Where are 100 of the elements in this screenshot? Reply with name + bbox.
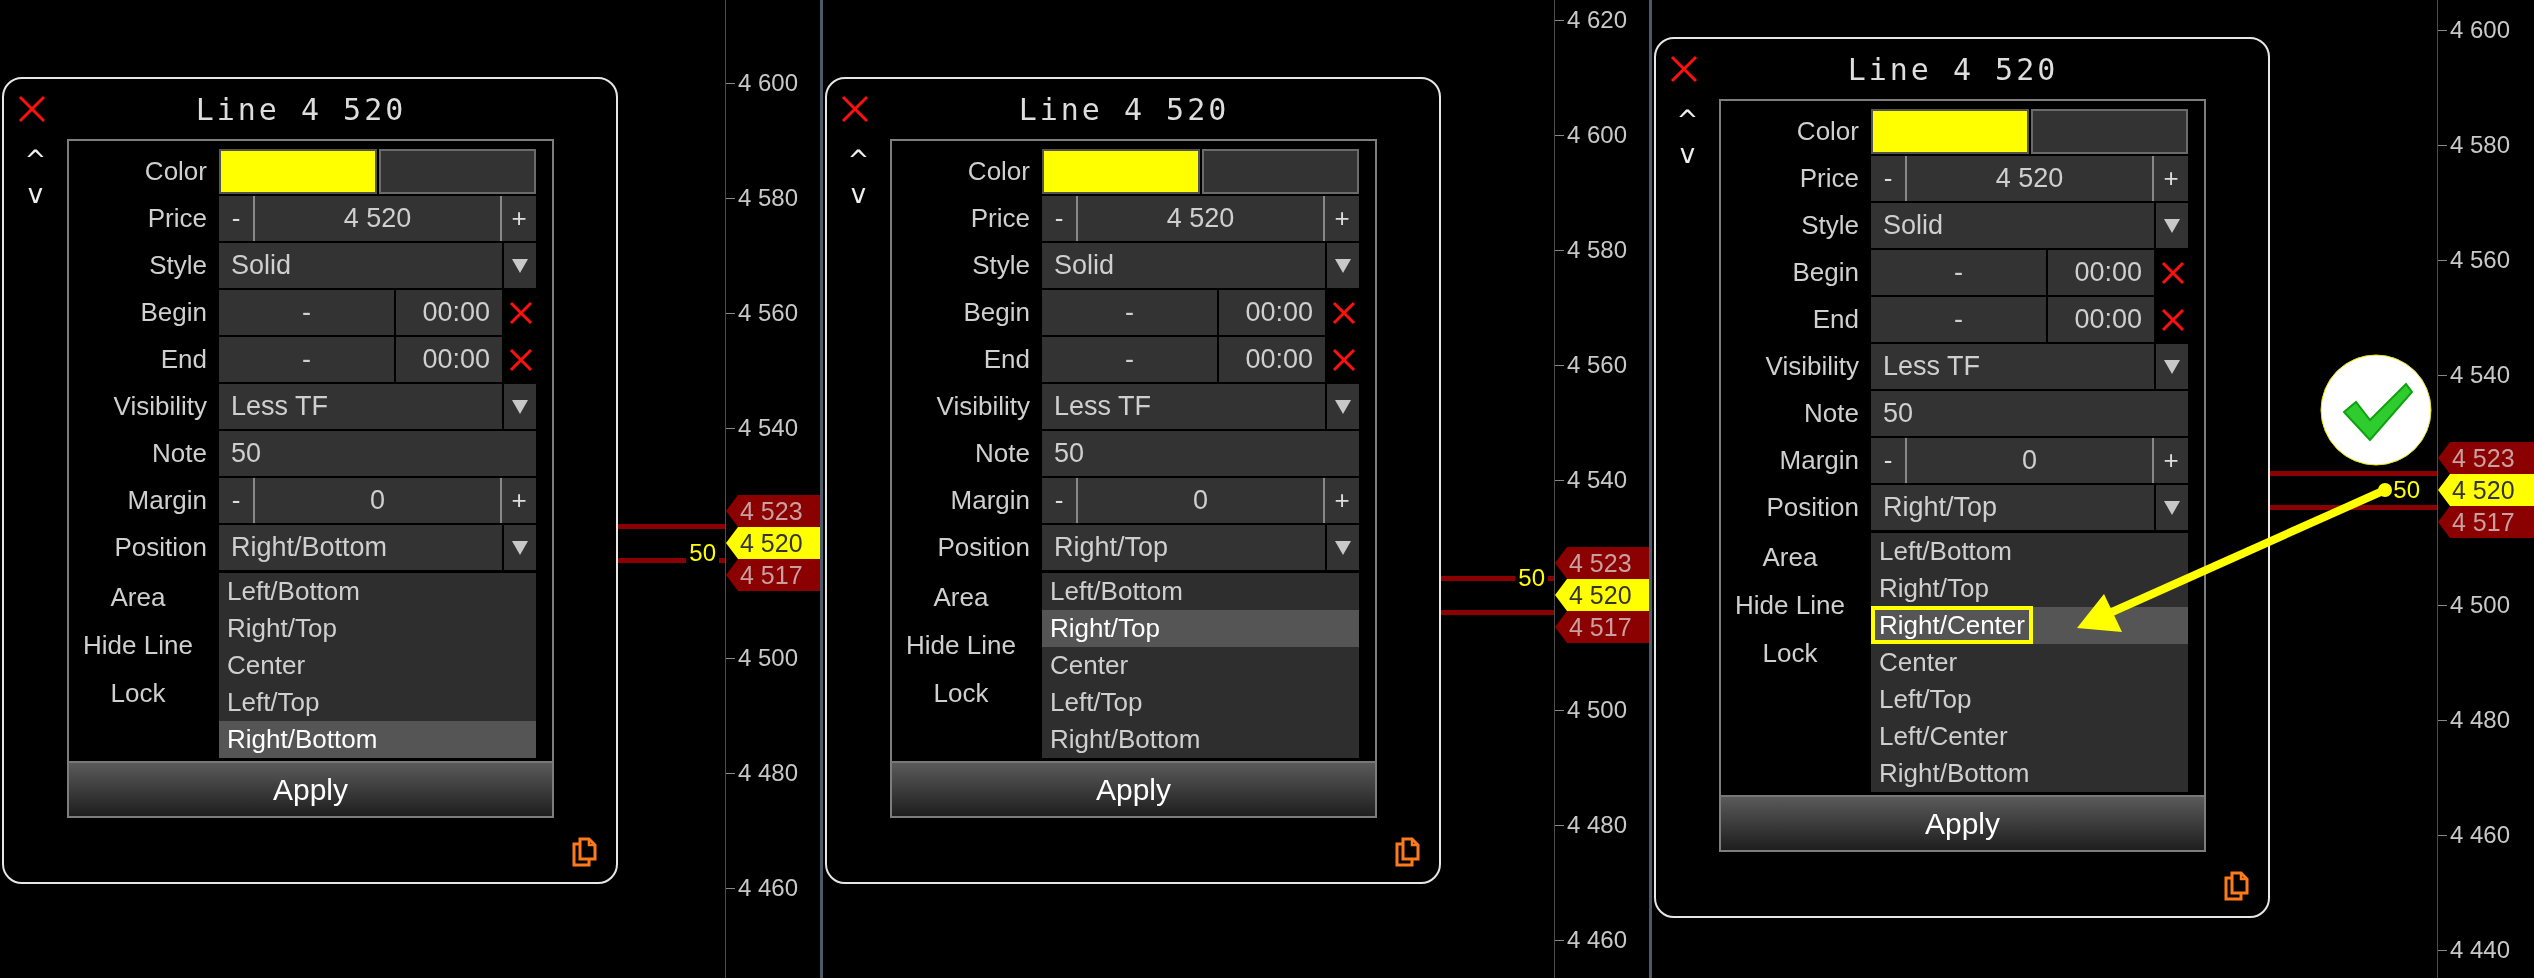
dropdown-field[interactable]: Less TF (1042, 384, 1325, 429)
number-field[interactable]: 0 (1905, 438, 2154, 483)
decrement-button[interactable]: - (1042, 196, 1076, 241)
text-field[interactable]: 50 (1042, 431, 1359, 476)
close-icon[interactable] (841, 95, 869, 123)
apply-button[interactable]: Apply (892, 761, 1375, 816)
decrement-button[interactable]: - (1871, 438, 1905, 483)
decrement-button[interactable]: - (219, 478, 253, 523)
dropdown-option[interactable]: Left/Bottom (1871, 533, 2188, 570)
dropdown-option[interactable]: Right/Bottom (219, 721, 536, 758)
field-label: Note (1803, 397, 1859, 430)
date-field[interactable]: - (219, 290, 394, 335)
dropdown-option[interactable]: Left/Bottom (219, 573, 536, 610)
dropdown-field[interactable]: Less TF (1871, 344, 2154, 389)
dropdown-option[interactable]: Right/Top (1042, 610, 1359, 647)
field-label: Position (1765, 491, 1859, 524)
date-field[interactable]: - (1042, 337, 1217, 382)
dropdown-option[interactable]: Left/Bottom (1042, 573, 1359, 610)
dropdown-field[interactable]: Right/Bottom (219, 525, 502, 570)
decrement-button[interactable]: - (1042, 478, 1076, 523)
text-field[interactable]: 50 (1871, 391, 2188, 436)
dropdown-arrow-button[interactable] (2156, 203, 2188, 248)
increment-button[interactable]: + (1325, 196, 1359, 241)
increment-button[interactable]: + (502, 196, 536, 241)
apply-button[interactable]: Apply (1721, 795, 2204, 850)
dropdown-option[interactable]: Center (219, 647, 536, 684)
move-up-button[interactable]: ^ (837, 143, 880, 177)
number-field[interactable]: 4 520 (1076, 196, 1325, 241)
field-label: Margin (1778, 444, 1859, 477)
dropdown-option[interactable]: Right/Top (1871, 570, 2188, 607)
dropdown-arrow-button[interactable] (2156, 485, 2188, 530)
dropdown-field[interactable]: Solid (1871, 203, 2154, 248)
dropdown-option[interactable]: Right/Top (219, 610, 536, 647)
date-field[interactable]: - (219, 337, 394, 382)
dropdown-option[interactable]: Center (1871, 644, 2188, 681)
dropdown-field[interactable]: Solid (1042, 243, 1325, 288)
price-tag: 4 517 (2438, 506, 2534, 538)
increment-button[interactable]: + (2154, 156, 2188, 201)
time-field[interactable]: 00:00 (1219, 337, 1325, 382)
time-field[interactable]: 00:00 (396, 290, 502, 335)
date-field[interactable]: - (1871, 250, 2046, 295)
dropdown-option[interactable]: Left/Top (1042, 684, 1359, 721)
dropdown-arrow-button[interactable] (1327, 525, 1359, 570)
increment-button[interactable]: + (1325, 478, 1359, 523)
dropdown-arrow-button[interactable] (504, 384, 536, 429)
axis-label: 4 560 (2449, 245, 2511, 275)
field-label: Hide Line (906, 629, 1016, 662)
color-swatch[interactable] (219, 149, 377, 194)
increment-button[interactable]: + (502, 478, 536, 523)
move-down-button[interactable]: v (1669, 137, 1706, 171)
dropdown-field[interactable]: Right/Top (1042, 525, 1325, 570)
color-swatch[interactable] (1042, 149, 1200, 194)
close-icon[interactable] (1670, 55, 1698, 83)
dropdown-field[interactable]: Less TF (219, 384, 502, 429)
number-field[interactable]: 4 520 (253, 196, 502, 241)
dropdown-option[interactable]: Center (1042, 647, 1359, 684)
increment-button[interactable]: + (2154, 438, 2188, 483)
field-label: Hide Line (1735, 589, 1845, 622)
time-field[interactable]: 00:00 (2048, 250, 2154, 295)
move-down-button[interactable]: v (840, 177, 877, 211)
axis-label: 4 560 (1566, 350, 1628, 380)
dropdown-option[interactable]: Left/Top (219, 684, 536, 721)
apply-button[interactable]: Apply (69, 761, 552, 816)
move-up-button[interactable]: ^ (14, 143, 57, 177)
decrement-button[interactable]: - (219, 196, 253, 241)
date-field[interactable]: - (1042, 290, 1217, 335)
text-field[interactable]: 50 (219, 431, 536, 476)
number-field[interactable]: 4 520 (1905, 156, 2154, 201)
dropdown-arrow-button[interactable] (2156, 344, 2188, 389)
move-down-button[interactable]: v (17, 177, 54, 211)
dropdown-field[interactable]: Solid (219, 243, 502, 288)
color-swatch[interactable] (1871, 109, 2029, 154)
field-label: Note (974, 437, 1030, 470)
time-field[interactable]: 00:00 (396, 337, 502, 382)
dropdown-option[interactable]: Right/Center (1871, 607, 2188, 644)
dropdown-option[interactable]: Right/Bottom (1871, 755, 2188, 792)
axis-label: 4 540 (737, 413, 799, 443)
number-field[interactable]: 0 (1076, 478, 1325, 523)
close-icon[interactable] (18, 95, 46, 123)
axis-label: 4 600 (1566, 120, 1628, 150)
dropdown-arrow-button[interactable] (1327, 243, 1359, 288)
field-label: Lock (110, 677, 166, 710)
axis-label: 4 580 (737, 183, 799, 213)
axis-label: 4 580 (2449, 130, 2511, 160)
number-field[interactable]: 0 (253, 478, 502, 523)
price-tag: 4 520 (1555, 579, 1649, 611)
dropdown-arrow-button[interactable] (504, 525, 536, 570)
move-up-button[interactable]: ^ (1666, 103, 1709, 137)
dropdown-option[interactable]: Left/Center (1871, 718, 2188, 755)
price-tag: 4 523 (726, 495, 820, 527)
dropdown-option[interactable]: Left/Top (1871, 681, 2188, 718)
dropdown-option[interactable]: Right/Bottom (1042, 721, 1359, 758)
axis-label: 4 500 (2449, 590, 2511, 620)
time-field[interactable]: 00:00 (2048, 297, 2154, 342)
dropdown-arrow-button[interactable] (1327, 384, 1359, 429)
decrement-button[interactable]: - (1871, 156, 1905, 201)
time-field[interactable]: 00:00 (1219, 290, 1325, 335)
date-field[interactable]: - (1871, 297, 2046, 342)
dropdown-field[interactable]: Right/Top (1871, 485, 2154, 530)
dropdown-arrow-button[interactable] (504, 243, 536, 288)
